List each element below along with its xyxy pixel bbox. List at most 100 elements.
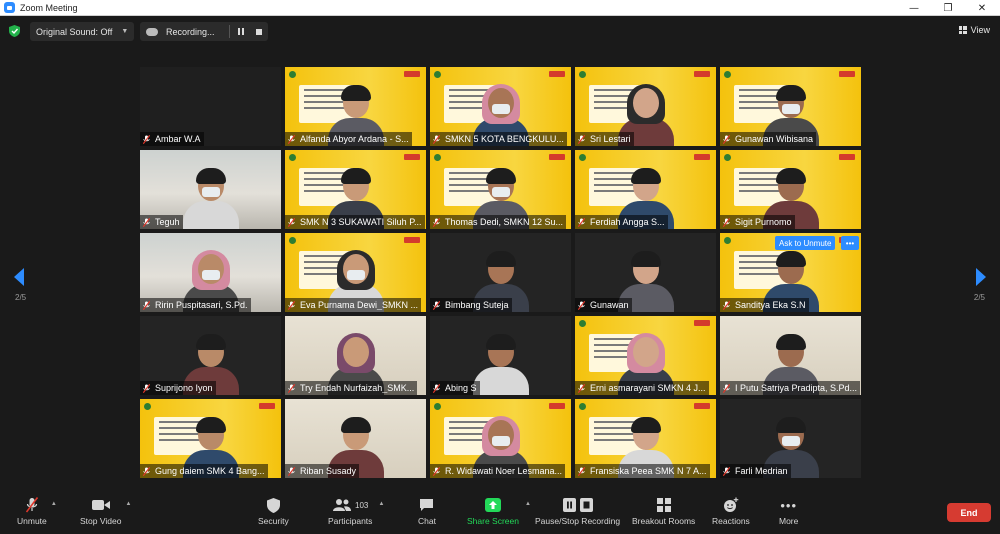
participant-tile[interactable]: Riban Susady [285,399,426,478]
participant-tile[interactable]: SMK N 3 SUKAWATI Siluh P... [285,150,426,229]
logo-icon [404,71,420,77]
participant-tile[interactable]: Ambar W.A [140,67,281,146]
emblem-icon [724,154,731,161]
participant-tile[interactable]: Try Endah Nurfaizah_SMK... [285,316,426,395]
participant-tile[interactable]: Gunawan [575,233,716,312]
original-sound-label: Original Sound: Off [36,26,113,37]
pause-stop-recording-label: Pause/Stop Recording [535,516,621,526]
next-page-arrow-icon[interactable] [974,268,988,286]
chevron-up-icon[interactable]: ▲ [125,501,131,507]
chevron-up-icon[interactable]: ▲ [51,501,57,507]
pause-icon[interactable] [238,28,244,35]
mic-muted-icon [578,134,585,144]
chevron-up-icon[interactable]: ▲ [525,501,531,507]
share-screen-button[interactable]: Share Screen ▲ [467,497,531,526]
participant-name: Bimbang Suteja [445,300,509,310]
pause-stop-recording-button[interactable]: Pause/Stop Recording [535,497,620,526]
participant-name-label: Sri Lestari [575,132,634,146]
stop-icon[interactable] [256,28,262,35]
chevron-down-icon: ▼ [121,28,129,35]
participant-tile[interactable]: Thomas Dedi, SMKN 12 Su... [430,150,571,229]
breakout-rooms-button[interactable]: Breakout Rooms [632,497,695,526]
view-button[interactable]: View [958,25,990,35]
participant-name-label: Suprijono Iyon [140,381,216,395]
participant-name: Sanditya Eka S.N [735,300,806,310]
more-label: More [779,516,799,526]
participant-tile[interactable]: Alfanda Abyor Ardana - S... [285,67,426,146]
logo-icon [839,154,855,160]
page-indicator-left: 2/5 [15,293,27,302]
participant-name: Teguh [155,217,180,227]
participant-tile[interactable]: SMKN 5 KOTA BENGKULU... [430,67,571,146]
divider [229,25,230,38]
mic-muted-icon [578,300,585,310]
mic-muted-icon [433,217,440,227]
stop-video-button[interactable]: Stop Video ▲ [80,497,131,526]
more-button[interactable]: ••• More [779,497,799,527]
participant-tile[interactable]: Ask to Unmute ••• Sanditya Eka S.N [720,233,861,312]
participant-tile[interactable]: Erni asmarayani SMKN 4 J... [575,316,716,395]
emblem-icon [579,154,586,161]
participant-tile[interactable]: I Putu Satriya Pradipta, S.Pd... [720,316,861,395]
page-indicator-right: 2/5 [973,293,985,302]
participants-button[interactable]: 103 Participants ▲ [328,497,384,526]
emblem-icon [579,71,586,78]
tile-more-options-button[interactable]: ••• [841,236,859,250]
minimize-button[interactable]: — [896,0,932,16]
participant-name: Farli Medrian [735,466,788,476]
end-meeting-button[interactable]: End [947,503,991,522]
close-button[interactable]: ✕ [964,0,1000,16]
chevron-up-icon[interactable]: ▲ [378,501,384,507]
security-shield-icon[interactable] [9,25,20,37]
maximize-button[interactable]: ❐ [930,0,966,16]
participant-name-label: Gunawan [575,298,632,312]
ask-to-unmute-button[interactable]: Ask to Unmute [775,236,836,250]
participant-name: Gunawan Wibisana [735,134,814,144]
participant-name-label: Ririn Puspitasari, S.Pd. [140,298,251,312]
chat-bubble-icon [420,499,434,511]
participant-tile[interactable]: Farli Medrian [720,399,861,478]
participant-tile[interactable]: Gung daiem SMK 4 Bang... [140,399,281,478]
participant-tile[interactable]: Ririn Puspitasari, S.Pd. [140,233,281,312]
participant-tile[interactable]: Sigit Purnomo [720,150,861,229]
participant-tile[interactable]: Gunawan Wibisana [720,67,861,146]
previous-page-arrow-icon[interactable] [12,268,26,286]
chat-button[interactable]: Chat [418,497,436,526]
participants-icon [333,499,352,511]
participant-tile[interactable]: Abing S [430,316,571,395]
participant-tile[interactable]: R. Widawati Noer Lesmana... [430,399,571,478]
participant-name: Sigit Purnomo [735,217,792,227]
reactions-button[interactable]: Reactions [712,497,750,526]
participant-name: Alfanda Abyor Ardana - S... [300,134,409,144]
unmute-button[interactable]: Unmute ▲ [17,497,57,526]
window-titlebar: Zoom Meeting — ❐ ✕ [0,0,1000,16]
mic-muted-icon [288,134,295,144]
participant-tile[interactable]: Sri Lestari [575,67,716,146]
participant-name: Thomas Dedi, SMKN 12 Su... [445,217,564,227]
participant-name: Abing S [445,383,477,393]
participant-tile[interactable]: Suprijono Iyon [140,316,281,395]
emblem-icon [434,71,441,78]
participant-name: Riban Susady [300,466,357,476]
meeting-toolbar: Unmute ▲ Stop Video ▲ Security 103 Parti… [0,489,1000,534]
security-button[interactable]: Security [258,497,289,526]
participant-tile[interactable]: Bimbang Suteja [430,233,571,312]
participant-tile[interactable]: Eva Purnama Dewi_SMKN ... [285,233,426,312]
participant-name-label: Farli Medrian [720,464,791,478]
logo-icon [694,154,710,160]
participant-name-label: Gunawan Wibisana [720,132,817,146]
participant-name: I Putu Satriya Pradipta, S.Pd... [735,383,858,393]
participant-tile[interactable]: Ferdiah Angga S... [575,150,716,229]
participant-tile[interactable]: Fransiska Peea SMK N 7 A... [575,399,716,478]
mic-muted-icon [578,383,585,393]
participant-name: Eva Purnama Dewi_SMKN ... [300,300,419,310]
emblem-icon [434,154,441,161]
participants-label: Participants [328,516,373,526]
participant-name-label: Erni asmarayani SMKN 4 J... [575,381,709,395]
recording-label: Recording... [166,26,215,37]
original-sound-toggle[interactable]: Original Sound: Off ▼ [30,22,135,41]
participant-name: Fransiska Peea SMK N 7 A... [590,466,707,476]
participant-name: SMKN 5 KOTA BENGKULU... [445,134,564,144]
participant-name-label: Teguh [140,215,183,229]
participant-tile[interactable]: Teguh [140,150,281,229]
